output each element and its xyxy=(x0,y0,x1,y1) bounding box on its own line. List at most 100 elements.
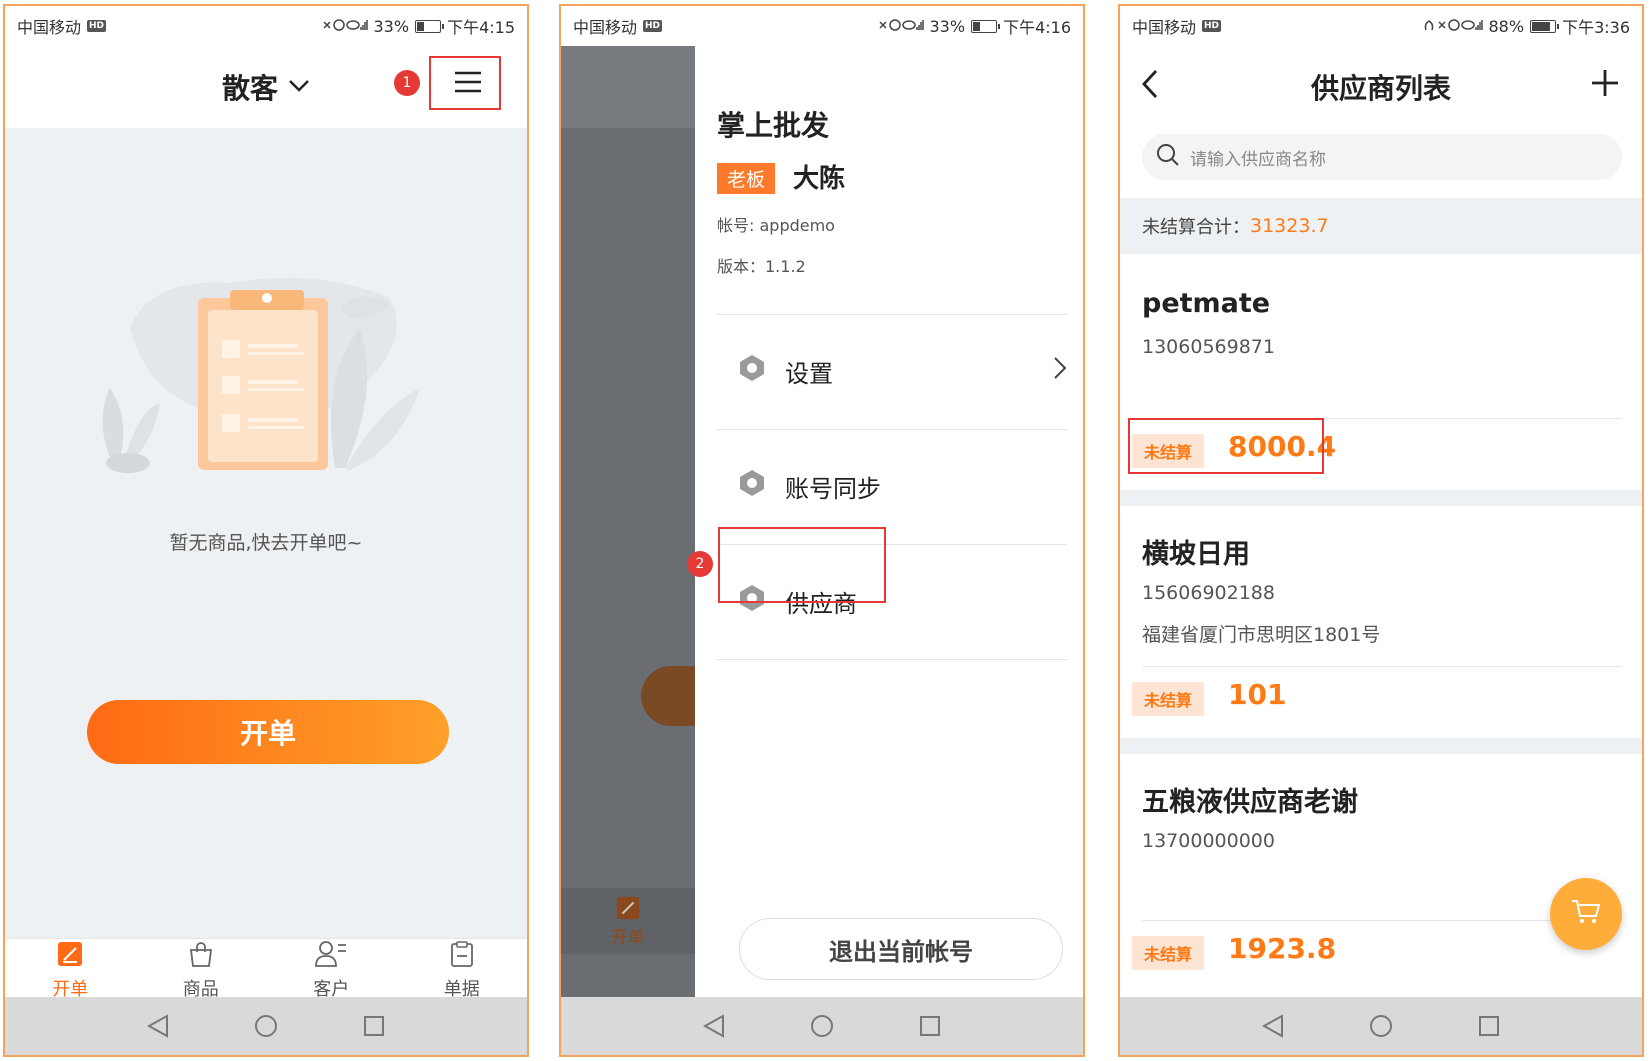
edit-icon xyxy=(56,940,84,973)
empty-state-area: 暂无商品,快去开单吧~ 开单 xyxy=(5,128,527,938)
bottom-tab-bar: 开单 商品 客户 单据 xyxy=(5,938,527,1002)
user-name: 大陈 xyxy=(793,164,846,194)
customer-title: 散客 xyxy=(221,72,278,105)
menu-item-account-sync[interactable]: 账号同步 xyxy=(717,451,1067,521)
supplier-phone: 15606902188 xyxy=(1142,582,1275,604)
battery-percent: 33% xyxy=(373,16,410,36)
tab-products[interactable]: 商品 xyxy=(136,939,267,1002)
hd-icon: HD xyxy=(87,20,107,32)
top-nav: 供应商列表 xyxy=(1120,46,1642,128)
battery-icon xyxy=(1530,19,1560,33)
account-label: 帐号: appdemo xyxy=(717,216,835,235)
cart-icon xyxy=(1570,898,1602,930)
supplier-address: 福建省厦门市思明区1801号 xyxy=(1142,624,1381,646)
tab-start-order[interactable]: 开单 xyxy=(5,939,136,1002)
recents-square-icon[interactable] xyxy=(919,1015,941,1037)
divider xyxy=(717,429,1067,430)
battery-icon xyxy=(415,19,445,33)
dimmed-background[interactable]: 开单 xyxy=(561,46,721,1001)
recents-square-icon[interactable] xyxy=(363,1015,385,1037)
role-badge: 老板 xyxy=(717,163,776,194)
hexagon-icon xyxy=(737,353,767,389)
empty-clipboard-illustration xyxy=(90,258,430,492)
carrier-label: 中国移动 xyxy=(17,18,82,37)
unsettled-tag: 未结算 xyxy=(1132,682,1205,716)
clock: 下午4:16 xyxy=(1003,18,1071,37)
add-supplier-icon[interactable] xyxy=(1590,68,1620,102)
start-order-button[interactable]: 开单 xyxy=(87,700,449,764)
bag-icon xyxy=(187,940,215,973)
summary-label: 未结算合计： xyxy=(1142,217,1250,238)
divider xyxy=(717,659,1067,660)
customer-icon xyxy=(314,940,348,973)
menu-item-label: 设置 xyxy=(785,359,833,388)
highlight-box xyxy=(1128,418,1324,474)
back-arrow-icon[interactable] xyxy=(1140,68,1160,104)
search-bar[interactable]: 请输入供应商名称 xyxy=(1142,134,1622,180)
status-bar: 中国移动 HD 88% 下午3:36 xyxy=(1120,6,1642,46)
step-badge: 2 xyxy=(687,551,713,577)
system-nav-bar xyxy=(1120,997,1642,1055)
back-triangle-icon[interactable] xyxy=(1262,1014,1284,1038)
supplier-name: 五粮液供应商老谢 xyxy=(1142,787,1358,818)
supplier-phone: 13060569871 xyxy=(1142,336,1275,358)
clock: 下午4:15 xyxy=(447,18,515,37)
unsettled-amount: 1923.8 xyxy=(1228,932,1337,965)
menu-item-settings[interactable]: 设置 xyxy=(717,336,1067,406)
unsettled-summary: 未结算合计： 31323.7 xyxy=(1120,198,1642,254)
version-label: 版本：1.1.2 xyxy=(717,257,806,276)
supplier-name: 横坡日用 xyxy=(1142,539,1250,570)
page-title: 供应商列表 xyxy=(1310,72,1451,105)
back-triangle-icon[interactable] xyxy=(703,1014,725,1038)
carrier-label: 中国移动 xyxy=(573,18,638,37)
system-nav-bar xyxy=(561,997,1083,1055)
signal-icon xyxy=(322,17,368,36)
chevron-right-icon xyxy=(1053,356,1067,386)
logout-button[interactable]: 退出当前帐号 xyxy=(739,918,1063,980)
tab-customers[interactable]: 客户 xyxy=(266,939,397,1002)
tab-label: 开单 xyxy=(611,927,645,948)
battery-percent: 88% xyxy=(1488,16,1525,36)
carrier-label: 中国移动 xyxy=(1132,18,1197,37)
back-triangle-icon[interactable] xyxy=(147,1014,169,1038)
highlight-box xyxy=(718,527,886,603)
divider xyxy=(717,314,1067,315)
clock: 下午3:36 xyxy=(1562,18,1630,37)
search-input[interactable]: 请输入供应商名称 xyxy=(1190,145,1326,170)
summary-amount: 31323.7 xyxy=(1250,215,1329,237)
top-nav: 散客 1 xyxy=(5,46,527,128)
status-bar: 中国移动 HD 33% 下午4:15 xyxy=(5,6,527,46)
hd-icon: HD xyxy=(1202,20,1222,32)
divider xyxy=(1142,666,1622,667)
battery-icon xyxy=(971,19,1001,33)
clipboard-icon xyxy=(448,940,476,973)
screen-drawer: 中国移动 HD 33% 下午4:16 开单 掌上批发 老板 大陈 帐号: app… xyxy=(559,4,1085,1057)
hd-icon: HD xyxy=(643,20,663,32)
hexagon-icon xyxy=(737,468,767,504)
card-separator xyxy=(1120,490,1642,506)
supplier-phone: 13700000000 xyxy=(1142,830,1275,852)
cart-button[interactable] xyxy=(1550,878,1622,950)
unsettled-amount: 101 xyxy=(1228,678,1287,711)
home-circle-icon[interactable] xyxy=(254,1014,278,1038)
empty-message: 暂无商品,快去开单吧~ xyxy=(169,532,363,554)
supplier-name: petmate xyxy=(1142,288,1271,319)
tab-documents[interactable]: 单据 xyxy=(397,939,528,1002)
supplier-card[interactable]: petmate 13060569871 未结算 8000.4 xyxy=(1120,254,1642,490)
app-name: 掌上批发 xyxy=(717,109,830,142)
step-badge: 1 xyxy=(394,70,420,96)
search-icon xyxy=(1156,143,1180,172)
customer-selector[interactable]: 散客 xyxy=(222,67,310,107)
highlight-box xyxy=(429,56,501,110)
unsettled-tag: 未结算 xyxy=(1132,936,1205,970)
supplier-card[interactable]: 五粮液供应商老谢 13700000000 未结算 1923.8 xyxy=(1120,754,1642,1001)
recents-square-icon[interactable] xyxy=(1478,1015,1500,1037)
home-circle-icon[interactable] xyxy=(1369,1014,1393,1038)
side-drawer: 掌上批发 老板 大陈 帐号: appdemo 版本：1.1.2 设置 账号同步 xyxy=(695,46,1083,1001)
chevron-down-icon xyxy=(288,78,310,97)
supplier-card[interactable]: 横坡日用 15606902188 福建省厦门市思明区1801号 未结算 101 xyxy=(1120,506,1642,738)
system-nav-bar xyxy=(5,997,527,1055)
home-circle-icon[interactable] xyxy=(810,1014,834,1038)
status-bar: 中国移动 HD 33% 下午4:16 xyxy=(561,6,1083,46)
screen-supplier-list: 中国移动 HD 88% 下午3:36 供应商列表 请输入供应商名称 未结算合计：… xyxy=(1118,4,1644,1057)
